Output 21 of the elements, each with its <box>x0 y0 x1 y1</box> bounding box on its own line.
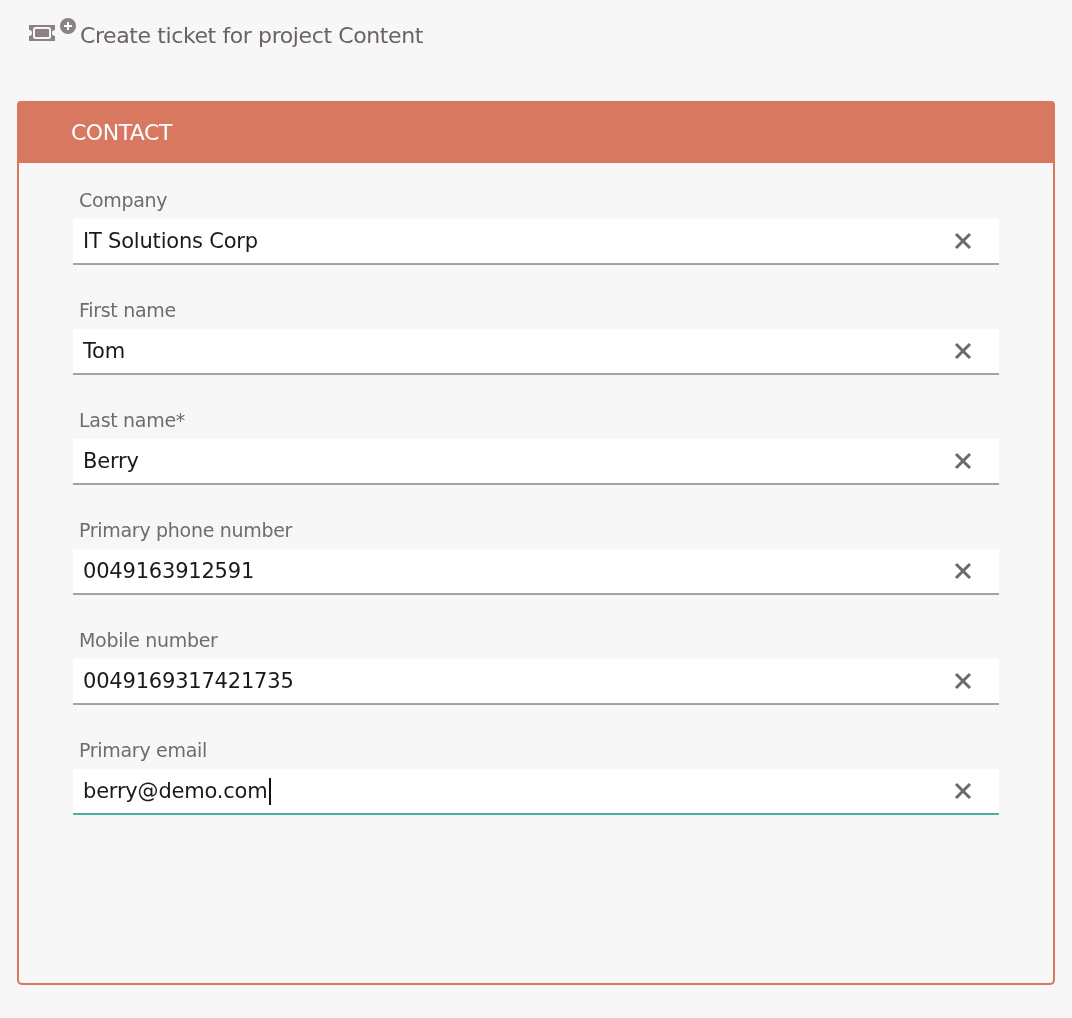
field-label: Primary email <box>78 739 208 761</box>
clear-icon[interactable] <box>953 341 973 361</box>
text-cursor <box>268 777 271 805</box>
field-label: Company <box>78 189 169 211</box>
text-field[interactable]: 0049169317421735 <box>73 659 999 705</box>
text-field[interactable]: IT Solutions Corp <box>73 219 999 265</box>
text-field[interactable]: 0049163912591 <box>73 549 999 595</box>
field-label: Primary phone number <box>78 519 294 541</box>
clear-icon[interactable] <box>953 231 973 251</box>
field-label: First name <box>78 299 177 321</box>
clear-icon[interactable] <box>953 781 973 801</box>
text-field[interactable]: berry@demo.com <box>73 769 999 815</box>
field-label: Last name* <box>78 409 186 431</box>
page-title: Create ticket for project Content <box>80 22 423 48</box>
clear-icon[interactable] <box>953 451 973 471</box>
section-title: CONTACT <box>71 119 172 145</box>
text-field[interactable]: Tom <box>73 329 999 375</box>
clear-icon[interactable] <box>953 561 973 581</box>
clear-icon[interactable] <box>953 671 973 691</box>
field-label: Mobile number <box>78 629 219 651</box>
text-field[interactable]: Berry <box>73 439 999 485</box>
